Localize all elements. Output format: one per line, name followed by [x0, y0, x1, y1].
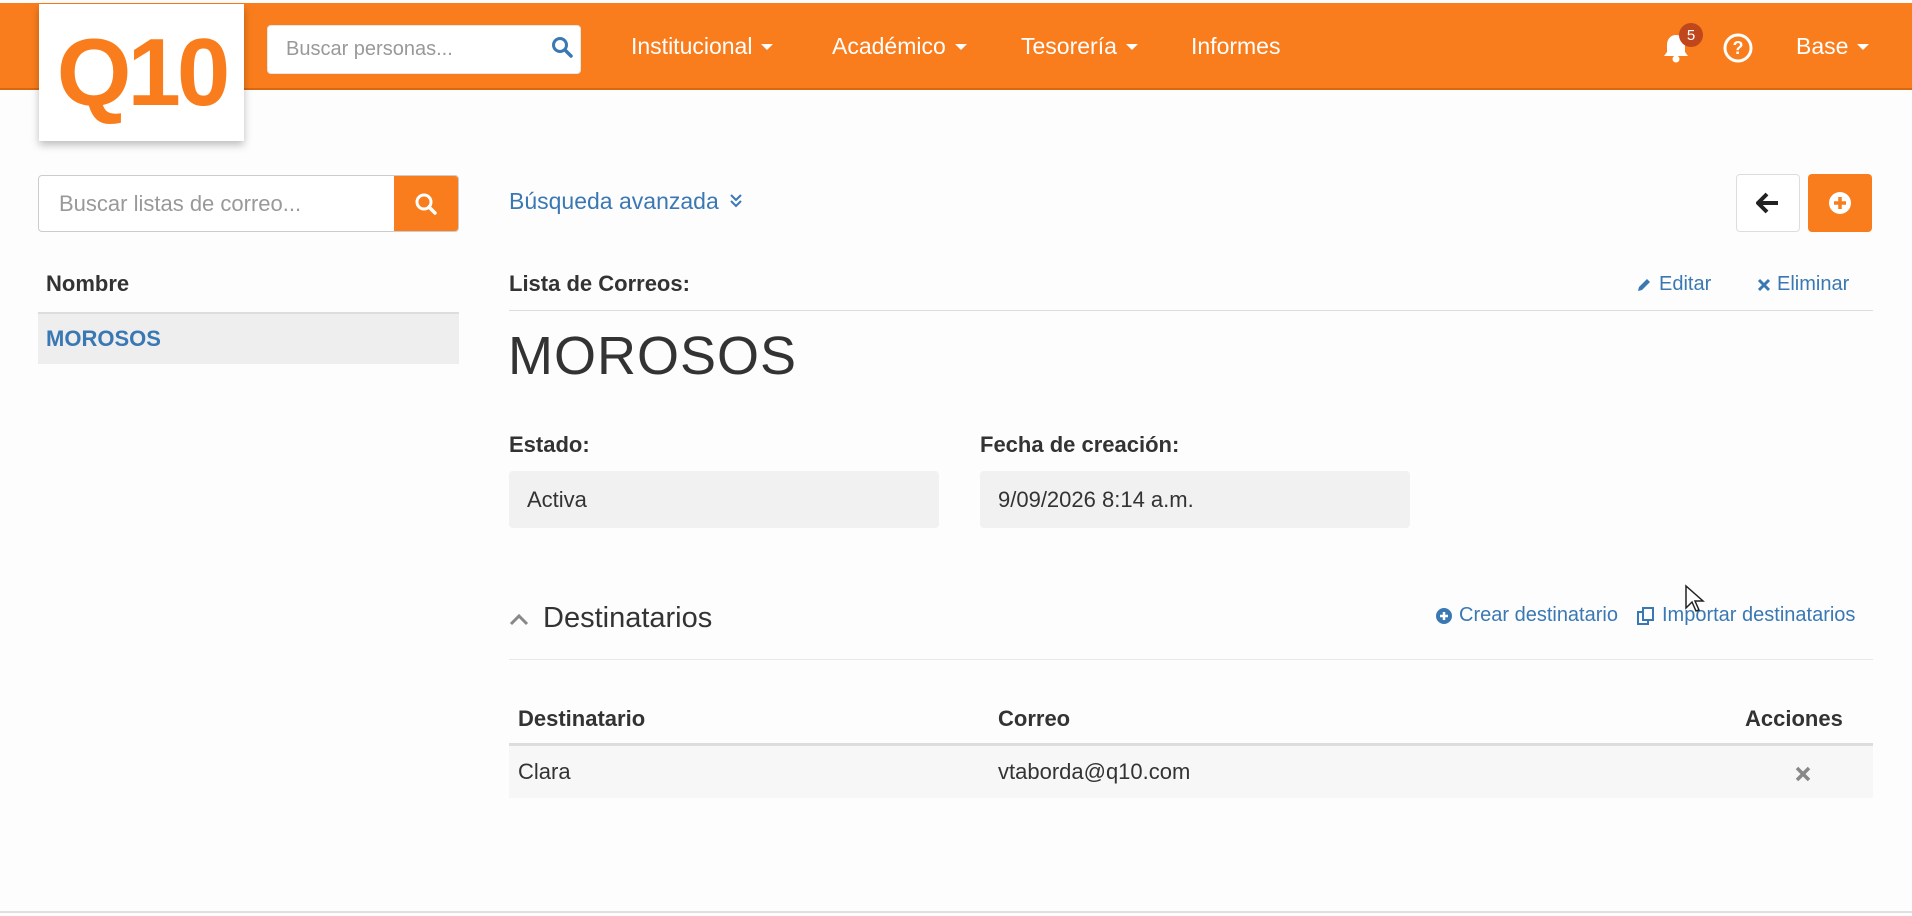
- fecha-value: 9/09/2026 8:14 a.m.: [980, 471, 1410, 528]
- edit-label: Editar: [1659, 273, 1712, 295]
- menu-label: Institucional: [631, 33, 753, 59]
- column-header-destinatario: Destinatario: [518, 706, 646, 731]
- search-icon[interactable]: [551, 36, 573, 63]
- chevron-up-icon: [509, 613, 529, 625]
- sidebar-item-morosos[interactable]: MOROSOS: [38, 312, 459, 364]
- user-menu[interactable]: Base: [1796, 3, 1870, 90]
- list-title: MOROSOS: [508, 326, 798, 386]
- logo-text: Q10: [56, 18, 230, 126]
- import-recipients-link[interactable]: Importar destinatarios: [1636, 604, 1855, 627]
- recipients-section-toggle[interactable]: Destinatarios: [509, 602, 712, 635]
- recipients-title: Destinatarios: [543, 602, 713, 634]
- advanced-search-label: Búsqueda avanzada: [509, 188, 719, 214]
- column-header-acciones: Acciones: [1745, 706, 1843, 731]
- mailing-list-search: [38, 175, 459, 232]
- top-navbar: Institucional Académico Tesorería Inform…: [0, 3, 1912, 90]
- create-recipient-label: Crear destinatario: [1459, 604, 1618, 626]
- sidebar-item-label: MOROSOS: [46, 326, 161, 351]
- close-icon: [1757, 278, 1771, 291]
- notification-badge: 5: [1679, 23, 1703, 47]
- remove-recipient-button[interactable]: [1795, 762, 1811, 788]
- people-search-input[interactable]: [286, 38, 551, 61]
- menu-tesoreria[interactable]: Tesorería: [1021, 3, 1138, 90]
- table-row: [509, 746, 1873, 798]
- menu-label: Tesorería: [1021, 33, 1117, 59]
- divider: [509, 310, 1873, 311]
- divider: [509, 659, 1873, 660]
- recipient-email: vtaborda@q10.com: [998, 759, 1191, 784]
- estado-value: Activa: [509, 471, 939, 528]
- close-icon: [1795, 766, 1811, 782]
- recipient-name: Clara: [518, 759, 571, 784]
- edit-link[interactable]: Editar: [1635, 273, 1711, 296]
- menu-label: Informes: [1191, 33, 1281, 59]
- mailing-list-search-input[interactable]: [39, 176, 394, 231]
- search-button[interactable]: [394, 176, 458, 231]
- plus-circle-icon: [1436, 607, 1452, 624]
- section-label: Lista de Correos:: [509, 271, 690, 296]
- estado-label: Estado:: [509, 432, 590, 457]
- pencil-icon: [1638, 278, 1650, 291]
- svg-text:?: ?: [1733, 38, 1744, 58]
- column-header-correo: Correo: [998, 706, 1071, 731]
- plus-circle-icon: [1829, 192, 1851, 214]
- copy-icon: [1637, 606, 1654, 625]
- fecha-label: Fecha de creación:: [980, 432, 1180, 457]
- menu-institucional[interactable]: Institucional: [631, 3, 774, 90]
- advanced-search-link[interactable]: Búsqueda avanzada: [509, 188, 743, 215]
- back-button[interactable]: [1736, 174, 1800, 232]
- logo[interactable]: Q10: [39, 4, 244, 141]
- user-menu-label: Base: [1796, 33, 1849, 59]
- mouse-cursor-icon: [1684, 584, 1706, 619]
- search-icon: [415, 193, 437, 215]
- help-icon[interactable]: ?: [1718, 28, 1758, 68]
- double-chevron-down-icon: [730, 194, 742, 208]
- delete-link[interactable]: Eliminar: [1757, 273, 1849, 296]
- add-button[interactable]: [1808, 174, 1872, 232]
- page-bottom-border: [0, 911, 1912, 913]
- caret-down-icon: [761, 43, 774, 50]
- arrow-left-icon: [1756, 192, 1778, 214]
- caret-down-icon: [1857, 43, 1870, 50]
- menu-informes[interactable]: Informes: [1191, 3, 1280, 90]
- create-recipient-link[interactable]: Crear destinatario: [1435, 604, 1618, 627]
- menu-label: Académico: [832, 33, 946, 59]
- caret-down-icon: [1125, 43, 1138, 50]
- caret-down-icon: [954, 43, 967, 50]
- delete-label: Eliminar: [1777, 273, 1850, 295]
- sidebar-column-header: Nombre: [46, 271, 130, 296]
- menu-academico[interactable]: Académico: [832, 3, 967, 90]
- people-search[interactable]: [267, 25, 581, 74]
